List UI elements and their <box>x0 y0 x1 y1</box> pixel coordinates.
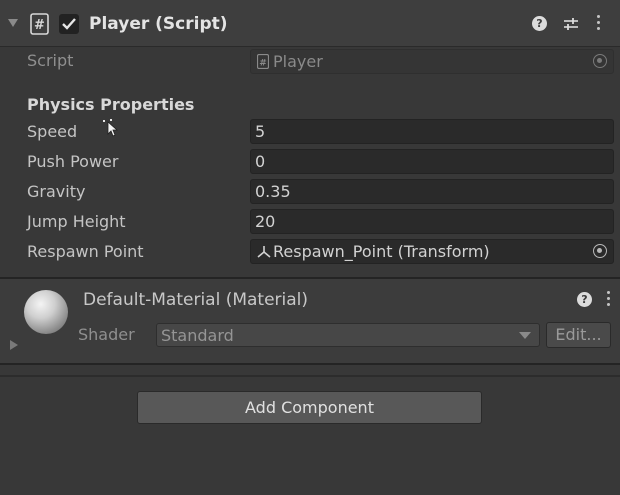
foldout-arrow-icon[interactable] <box>9 339 19 351</box>
add-component-button[interactable]: Add Component <box>137 391 482 424</box>
header-divider <box>0 46 620 47</box>
help-icon[interactable]: ? <box>577 292 592 307</box>
edit-shader-button[interactable]: Edit... <box>546 322 611 348</box>
shader-label: Shader <box>78 325 135 344</box>
foldout-arrow-icon[interactable] <box>8 19 20 29</box>
speed-label: Speed <box>27 122 78 141</box>
section-divider <box>0 375 620 377</box>
svg-text:#: # <box>259 59 267 69</box>
script-file-icon: # <box>257 54 269 69</box>
gravity-label: Gravity <box>27 182 86 201</box>
component-title: Player (Script) <box>89 14 228 34</box>
speed-field[interactable]: 5 <box>250 119 614 144</box>
script-value: Player <box>273 52 323 71</box>
context-menu-icon[interactable] <box>597 15 601 31</box>
gravity-field[interactable]: 0.35 <box>250 179 614 204</box>
physics-heading: Physics Properties <box>27 95 195 114</box>
mouse-cursor-icon <box>103 119 119 137</box>
jump-height-field[interactable]: 20 <box>250 209 614 234</box>
shader-value: Standard <box>161 326 234 345</box>
script-file-icon: # <box>30 13 49 35</box>
section-divider <box>0 363 620 365</box>
shader-dropdown[interactable]: Standard <box>156 323 540 347</box>
push-power-field[interactable]: 0 <box>250 149 614 174</box>
script-field[interactable]: # Player <box>250 49 614 74</box>
chevron-down-icon <box>519 332 531 339</box>
component-header[interactable]: # Player (Script) ? <box>0 0 620 46</box>
respawn-point-value: Respawn_Point (Transform) <box>273 242 490 261</box>
transform-icon <box>257 246 271 258</box>
material-preview-sphere <box>24 290 68 334</box>
svg-text:#: # <box>34 18 45 33</box>
help-icon[interactable]: ? <box>532 16 547 31</box>
respawn-point-label: Respawn Point <box>27 242 144 261</box>
enable-checkbox[interactable] <box>59 14 79 34</box>
speed-value: 5 <box>255 122 266 141</box>
jump-height-value: 20 <box>255 212 276 231</box>
presets-icon[interactable] <box>563 16 579 32</box>
object-picker-icon[interactable] <box>593 244 607 258</box>
checkmark-icon <box>62 18 76 30</box>
respawn-point-field[interactable]: Respawn_Point (Transform) <box>250 239 614 264</box>
script-label: Script <box>27 51 74 70</box>
material-title: Default-Material (Material) <box>83 290 309 310</box>
jump-height-label: Jump Height <box>27 212 126 231</box>
context-menu-icon[interactable] <box>607 291 611 307</box>
gravity-value: 0.35 <box>255 182 291 201</box>
object-picker-icon[interactable] <box>593 54 607 68</box>
push-power-label: Push Power <box>27 152 119 171</box>
push-power-value: 0 <box>255 152 266 171</box>
